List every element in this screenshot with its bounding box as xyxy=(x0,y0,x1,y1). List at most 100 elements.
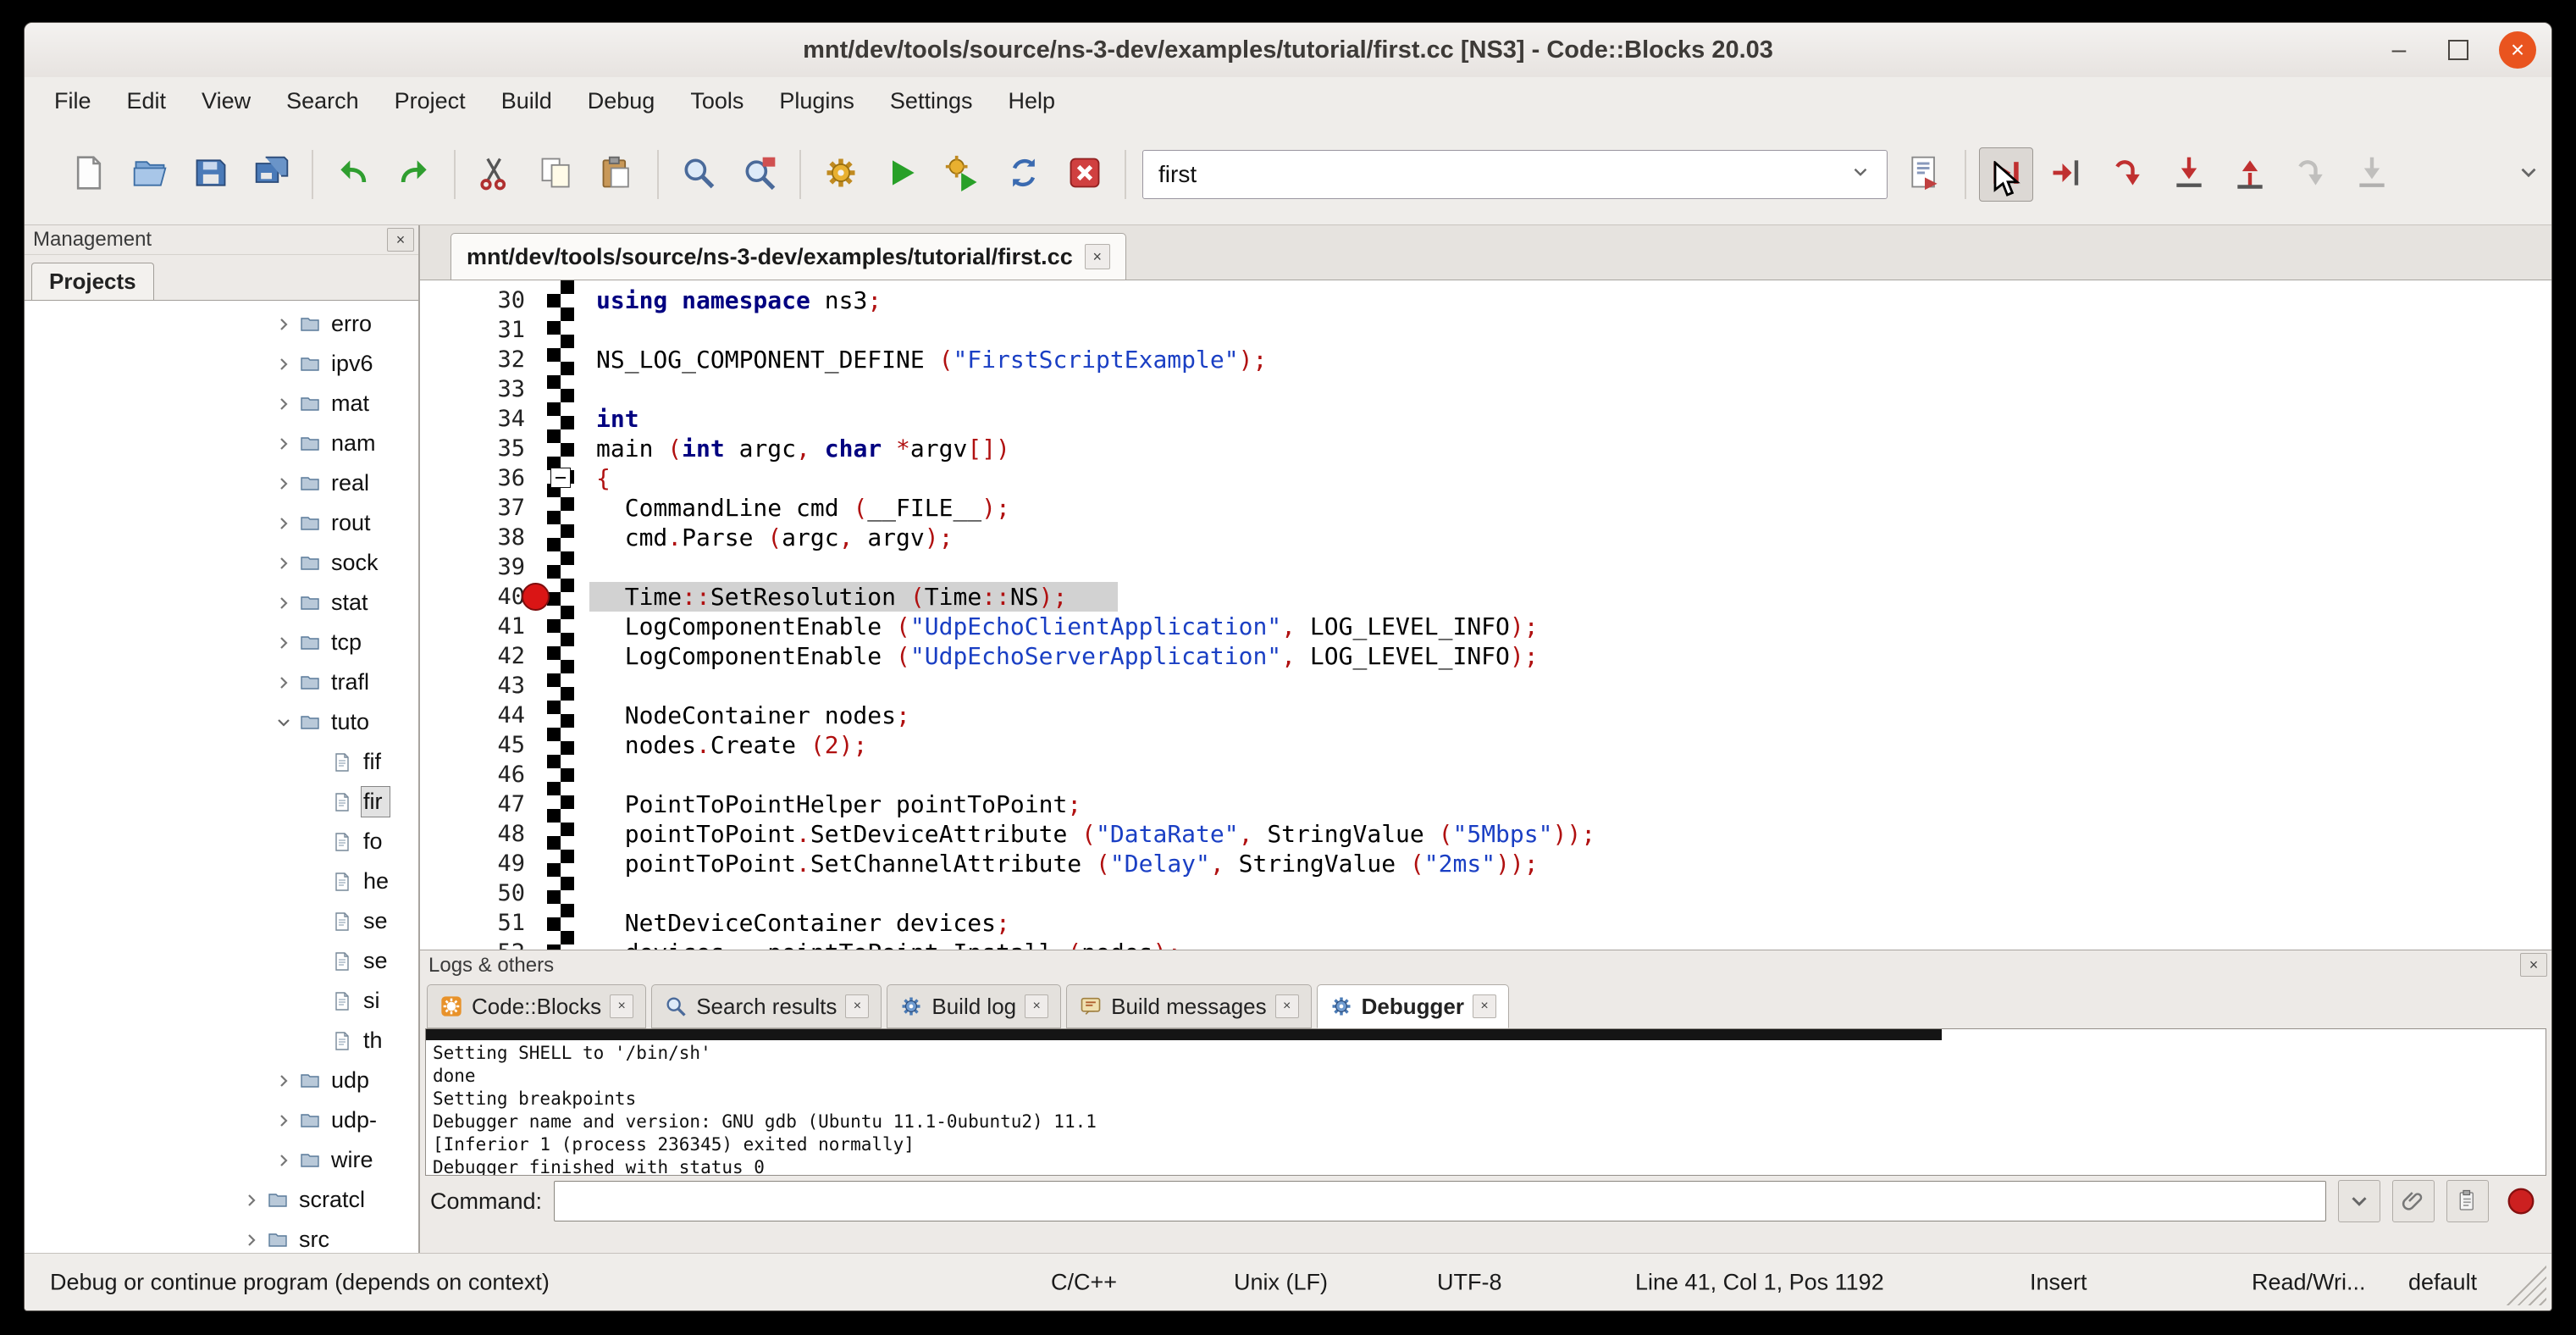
titlebar[interactable]: mnt/dev/tools/source/ns-3-dev/examples/t… xyxy=(25,23,2551,78)
build-button[interactable] xyxy=(814,147,868,202)
tree-item-he[interactable]: he xyxy=(25,861,418,901)
logs-tab-debugger[interactable]: Debugger× xyxy=(1317,984,1509,1028)
replace-button[interactable] xyxy=(732,147,787,202)
close-tab-icon[interactable]: × xyxy=(1085,244,1110,269)
step-into-instruction-button[interactable] xyxy=(2345,147,2399,202)
tab-projects[interactable]: Projects xyxy=(31,263,154,300)
chevron-right-icon[interactable] xyxy=(274,553,294,573)
line-number[interactable]: 32 xyxy=(420,345,539,374)
tree-item-th[interactable]: th xyxy=(25,1021,418,1061)
menu-build[interactable]: Build xyxy=(484,77,570,125)
management-close-icon[interactable]: × xyxy=(387,228,414,252)
chevron-right-icon[interactable] xyxy=(274,474,294,494)
logs-tab-build-log[interactable]: Build log× xyxy=(887,984,1061,1028)
tree-item-real[interactable]: real xyxy=(25,463,418,503)
run-button[interactable] xyxy=(875,147,929,202)
next-line-button[interactable] xyxy=(2101,147,2155,202)
tree-item-trafl[interactable]: trafl xyxy=(25,662,418,702)
close-button[interactable]: × xyxy=(2499,31,2536,69)
minimize-button[interactable]: – xyxy=(2380,31,2418,69)
resize-grip[interactable] xyxy=(2501,1260,2546,1305)
line-number[interactable]: 30 xyxy=(420,285,539,315)
tree-item-mat[interactable]: mat xyxy=(25,384,418,424)
open-file-button[interactable] xyxy=(123,147,177,202)
combo-chevron-down-icon[interactable] xyxy=(1849,161,1871,189)
chevron-down-icon[interactable] xyxy=(274,712,294,733)
tree-item-stat[interactable]: stat xyxy=(25,583,418,623)
line-number[interactable]: 52 xyxy=(420,938,539,950)
chevron-right-icon[interactable] xyxy=(274,1071,294,1091)
line-number[interactable]: 51 xyxy=(420,908,539,938)
build-and-run-button[interactable] xyxy=(936,147,990,202)
cut-button[interactable] xyxy=(468,147,522,202)
menu-tools[interactable]: Tools xyxy=(672,77,761,125)
fold-marker-icon[interactable] xyxy=(550,468,571,488)
run-to-cursor-button[interactable] xyxy=(2040,147,2094,202)
chevron-right-icon[interactable] xyxy=(274,394,294,414)
chevron-right-icon[interactable] xyxy=(274,593,294,613)
logs-tab-search-results[interactable]: Search results× xyxy=(651,984,882,1028)
step-out-button[interactable] xyxy=(2223,147,2277,202)
step-into-button[interactable] xyxy=(2162,147,2216,202)
command-input[interactable] xyxy=(554,1181,2326,1221)
tree-item-scratcl[interactable]: scratcl xyxy=(25,1180,418,1220)
tree-item-fif[interactable]: fif xyxy=(25,742,418,782)
command-dropdown-button[interactable] xyxy=(2338,1180,2380,1222)
chevron-right-icon[interactable] xyxy=(274,1150,294,1171)
tree-item-src[interactable]: src xyxy=(25,1220,418,1255)
chevron-right-icon[interactable] xyxy=(274,354,294,374)
next-instruction-button[interactable] xyxy=(2284,147,2338,202)
find-button[interactable] xyxy=(672,147,726,202)
copy-button[interactable] xyxy=(529,147,583,202)
build-target-combo[interactable]: first xyxy=(1142,150,1888,199)
line-number[interactable]: 38 xyxy=(420,523,539,552)
menu-file[interactable]: File xyxy=(36,77,109,125)
menu-view[interactable]: View xyxy=(184,77,268,125)
save-button[interactable] xyxy=(184,147,238,202)
tree-item-rout[interactable]: rout xyxy=(25,503,418,543)
line-number[interactable]: 45 xyxy=(420,730,539,760)
close-tab-icon[interactable]: × xyxy=(610,994,633,1018)
menu-plugins[interactable]: Plugins xyxy=(761,77,872,125)
chevron-right-icon[interactable] xyxy=(274,633,294,653)
line-number[interactable]: 49 xyxy=(420,849,539,878)
chevron-right-icon[interactable] xyxy=(241,1190,262,1210)
logs-tab-code-blocks[interactable]: Code::Blocks× xyxy=(427,984,646,1028)
redo-button[interactable] xyxy=(387,147,441,202)
line-number[interactable]: 46 xyxy=(420,760,539,789)
line-number[interactable]: 31 xyxy=(420,315,539,345)
logs-close-icon[interactable]: × xyxy=(2520,953,2547,977)
tree-item-sock[interactable]: sock xyxy=(25,543,418,583)
maximize-button[interactable] xyxy=(2440,31,2477,69)
menu-debug[interactable]: Debug xyxy=(570,77,673,125)
tree-item-fir[interactable]: fir xyxy=(25,782,418,822)
chevron-right-icon[interactable] xyxy=(274,314,294,335)
tree-item-wire[interactable]: wire xyxy=(25,1140,418,1180)
close-tab-icon[interactable]: × xyxy=(1025,994,1048,1018)
menu-help[interactable]: Help xyxy=(990,77,1073,125)
toolbar-overflow-chevron-icon[interactable] xyxy=(2516,160,2541,190)
paste-button[interactable] xyxy=(590,147,644,202)
tree-item-udp-[interactable]: udp- xyxy=(25,1100,418,1140)
build-target-info-button[interactable] xyxy=(1898,147,1952,202)
tree-item-si[interactable]: si xyxy=(25,981,418,1021)
logs-tab-build-messages[interactable]: Build messages× xyxy=(1066,984,1312,1028)
save-all-button[interactable] xyxy=(245,147,299,202)
line-number[interactable]: 43 xyxy=(420,671,539,701)
stop-debugger-button[interactable] xyxy=(2501,1181,2541,1221)
chevron-right-icon[interactable] xyxy=(241,1230,262,1250)
tree-item-udp[interactable]: udp xyxy=(25,1061,418,1100)
code-editor[interactable]: 30using namespace ns3;3132NS_LOG_COMPONE… xyxy=(419,280,2551,950)
line-number[interactable]: 47 xyxy=(420,789,539,819)
line-number[interactable]: 42 xyxy=(420,641,539,671)
tree-item-se[interactable]: se xyxy=(25,941,418,981)
undo-button[interactable] xyxy=(326,147,380,202)
attach-icon[interactable] xyxy=(2392,1180,2435,1222)
clipboard-icon[interactable] xyxy=(2446,1180,2489,1222)
line-number[interactable]: 37 xyxy=(420,493,539,523)
tree-item-se[interactable]: se xyxy=(25,901,418,941)
tree-item-ipv6[interactable]: ipv6 xyxy=(25,344,418,384)
tree-item-nam[interactable]: nam xyxy=(25,424,418,463)
editor-tab[interactable]: mnt/dev/tools/source/ns-3-dev/examples/t… xyxy=(451,233,1126,280)
line-number[interactable]: 44 xyxy=(420,701,539,730)
